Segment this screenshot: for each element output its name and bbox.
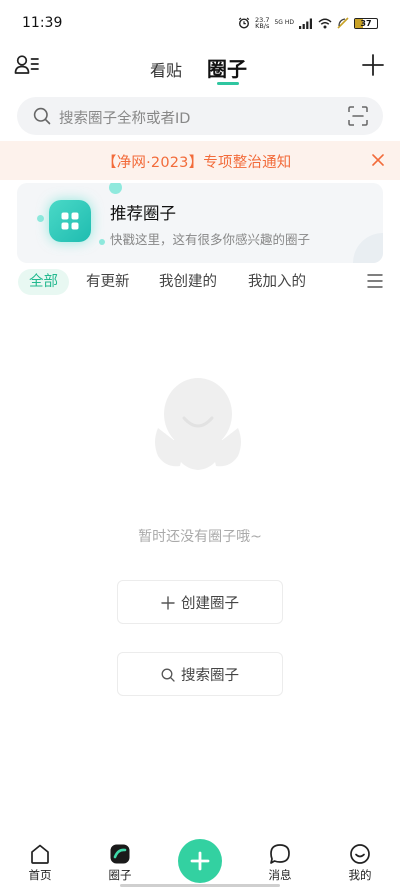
data-saver-icon bbox=[337, 17, 349, 29]
notice-text[interactable]: 【净网·2023】专项整治通知 bbox=[102, 151, 292, 172]
filter-updated[interactable]: 有更新 bbox=[86, 269, 130, 295]
network-speed: 23.7 KB/s bbox=[255, 15, 270, 30]
status-time: 11:39 bbox=[22, 15, 63, 31]
plus-icon[interactable] bbox=[362, 54, 384, 76]
empty-state-illustration bbox=[155, 378, 241, 470]
active-tab-indicator bbox=[217, 82, 239, 85]
filter-all[interactable]: 全部 bbox=[18, 269, 69, 295]
list-menu-icon[interactable] bbox=[367, 273, 383, 289]
search-placeholder: 搜索圈子全称或者ID bbox=[59, 111, 191, 127]
create-circle-button[interactable]: 创建圈子 bbox=[117, 580, 283, 624]
recommend-circles-card[interactable]: 推荐圈子 快戳这里，这有很多你感兴趣的圈子 bbox=[17, 183, 383, 263]
search-circle-label: 搜索圈子 bbox=[181, 668, 239, 684]
alarm-icon bbox=[238, 17, 250, 29]
wifi-icon bbox=[318, 18, 332, 28]
notice-banner[interactable]: 【净网·2023】专项整治通知 bbox=[0, 141, 400, 180]
cell-signal-icon bbox=[299, 18, 312, 29]
plus-icon bbox=[161, 595, 175, 610]
decor-bubble bbox=[37, 215, 44, 222]
recommend-grid-icon bbox=[49, 200, 91, 242]
search-input[interactable]: 搜索圈子全称或者ID bbox=[17, 97, 383, 135]
nav-circles[interactable]: 圈子 bbox=[100, 843, 140, 883]
create-circle-label: 创建圈子 bbox=[181, 596, 239, 612]
search-icon bbox=[33, 107, 51, 125]
recommend-subtitle: 快戳这里，这有很多你感兴趣的圈子 bbox=[110, 232, 311, 247]
empty-state-message: 暂时还没有圈子哦~ bbox=[138, 529, 262, 545]
tab-posts[interactable]: 看贴 bbox=[150, 57, 182, 81]
search-circle-button[interactable]: 搜索圈子 bbox=[117, 652, 283, 696]
message-icon bbox=[270, 844, 290, 864]
filter-joined[interactable]: 我加入的 bbox=[248, 269, 306, 295]
add-icon bbox=[190, 851, 210, 871]
nav-home[interactable]: 首页 bbox=[20, 843, 60, 883]
status-bar: 11:39 23.7 KB/s 5G HD 37 bbox=[0, 0, 400, 44]
close-icon[interactable] bbox=[371, 153, 385, 167]
scan-icon[interactable] bbox=[348, 106, 368, 126]
nav-home-label: 首页 bbox=[28, 868, 52, 882]
decor-bubble bbox=[99, 239, 105, 245]
decor-bubble bbox=[109, 183, 122, 194]
home-icon bbox=[31, 844, 49, 864]
profile-menu-icon[interactable] bbox=[14, 54, 40, 76]
filter-created[interactable]: 我创建的 bbox=[159, 269, 217, 295]
top-header: 看贴 圈子 bbox=[0, 44, 400, 94]
nav-circles-label: 圈子 bbox=[108, 868, 132, 882]
nav-profile-label: 我的 bbox=[348, 868, 372, 882]
status-icons: 23.7 KB/s 5G HD 37 bbox=[238, 16, 378, 30]
nav-messages[interactable]: 消息 bbox=[260, 843, 300, 883]
profile-icon bbox=[350, 844, 370, 864]
recommend-title: 推荐圈子 bbox=[110, 204, 176, 223]
filter-tabs: 全部 有更新 我创建的 我加入的 bbox=[0, 267, 400, 297]
bottom-navigation: 首页 圈子 消息 我的 bbox=[0, 833, 400, 889]
dotted-pattern-decoration bbox=[353, 233, 383, 263]
search-icon bbox=[161, 668, 175, 682]
tab-circles[interactable]: 圈子 bbox=[207, 53, 247, 82]
nav-messages-label: 消息 bbox=[268, 868, 292, 882]
battery-icon: 37 bbox=[354, 17, 378, 29]
network-generation: 5G HD bbox=[274, 19, 294, 26]
home-indicator bbox=[120, 884, 280, 887]
create-post-button[interactable] bbox=[178, 839, 222, 883]
circle-icon bbox=[110, 844, 130, 864]
nav-profile[interactable]: 我的 bbox=[340, 843, 380, 883]
